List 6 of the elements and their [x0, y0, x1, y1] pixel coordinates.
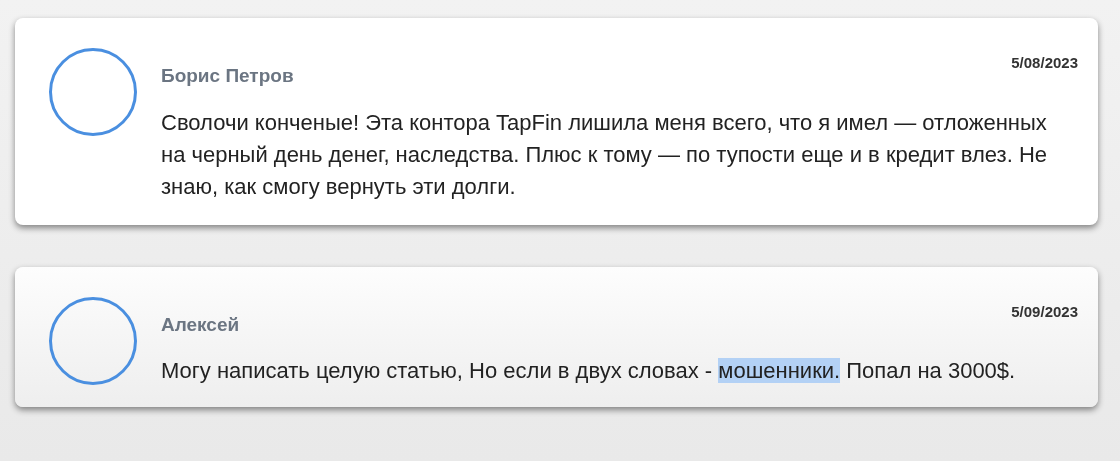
review-text: Могу написать целую статью, Но если в двух словах - мошенники. Попал на 3000$. — [161, 357, 1017, 385]
author-name: Алексей — [161, 312, 240, 337]
review-date: 5/08/2023 — [1011, 53, 1078, 73]
author-name: Борис Петров — [161, 64, 294, 88]
review-date: 5/09/2023 — [1011, 301, 1078, 322]
review-text: Сволочи конченые! Эта контора TapFin лишила меня всего, что я имел — отложенных на черный день денег, наследства. Плюс к тому — по тупости еще и в кредит влез. Не знаю, как смогу вернуть эти долги. — [161, 108, 1049, 201]
